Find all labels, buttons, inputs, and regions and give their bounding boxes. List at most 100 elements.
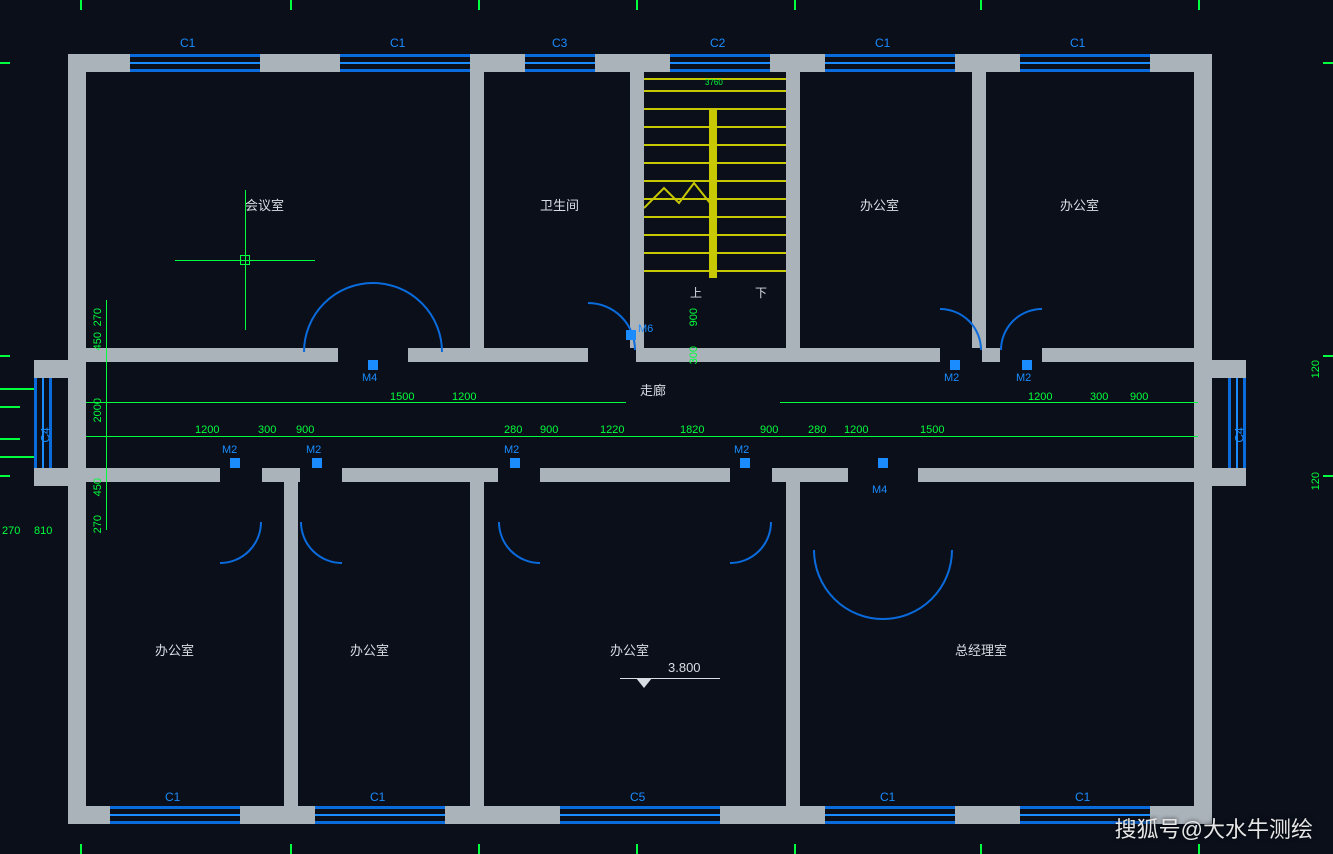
door: [300, 480, 384, 564]
dim: 900: [296, 424, 314, 436]
step-line: [0, 406, 20, 408]
window-c1: [825, 54, 955, 72]
dim: 1820: [680, 424, 704, 436]
grid-line: [1323, 62, 1333, 64]
door-label: M2: [504, 444, 519, 456]
door-label: M6: [638, 323, 653, 335]
step-line: [0, 456, 34, 458]
dim: 900: [688, 308, 700, 326]
door-label: M4: [872, 484, 887, 496]
window-c1: [130, 54, 260, 72]
wall: [972, 70, 986, 360]
door-label: M2: [734, 444, 749, 456]
grid-line: [794, 844, 796, 854]
elevation-line: [620, 678, 720, 679]
door-opening: [300, 468, 342, 482]
wall: [470, 480, 484, 810]
grid-line: [980, 0, 982, 10]
dim: 900: [540, 424, 558, 436]
door-opening: [730, 468, 772, 482]
window-label: C1: [165, 790, 180, 804]
dim: 3760: [705, 78, 723, 87]
door-opening: [588, 348, 636, 362]
grid-line: [636, 844, 638, 854]
door-opening: [498, 468, 540, 482]
grid-line: [980, 844, 982, 854]
window-c4: [34, 378, 52, 468]
window-c1: [340, 54, 470, 72]
dim: 450: [92, 478, 104, 496]
dim: 900: [760, 424, 778, 436]
door-leaf: [368, 360, 378, 370]
wall: [1194, 54, 1212, 824]
cursor-pickbox: [240, 255, 250, 265]
grid-line: [290, 844, 292, 854]
window-label: C5: [630, 790, 645, 804]
watermark: 搜狐号@大水牛测绘: [1115, 812, 1313, 844]
grid-line: [0, 62, 10, 64]
grid-line: [636, 0, 638, 10]
window-c4: [1228, 378, 1246, 468]
dim-line: [86, 402, 626, 403]
window-label: C1: [370, 790, 385, 804]
step-line: [0, 388, 34, 390]
dim: 120: [1310, 360, 1322, 378]
grid-line: [1198, 844, 1200, 854]
window-c5: [560, 806, 720, 824]
dim: 1200: [195, 424, 219, 436]
door-opening: [1000, 348, 1042, 362]
door-label: M2: [944, 372, 959, 384]
dim-line: [780, 402, 1198, 403]
door-opening: [940, 348, 982, 362]
wall: [786, 480, 800, 810]
window-c1: [825, 806, 955, 824]
stair-up-label: 上: [690, 284, 702, 301]
grid-line: [794, 0, 796, 10]
room-label: 总经理室: [955, 640, 1007, 659]
dim: 120: [1310, 472, 1322, 490]
wall: [786, 70, 800, 360]
elevation-mark: [636, 678, 652, 688]
grid-line: [1198, 0, 1200, 10]
dim-line: [106, 300, 107, 530]
door-label: M4: [362, 372, 377, 384]
room-label: 走廊: [640, 380, 666, 399]
grid-line: [1323, 475, 1333, 477]
wall: [470, 70, 484, 360]
door-leaf: [230, 458, 240, 468]
door-leaf: [740, 458, 750, 468]
window-label: C1: [1075, 790, 1090, 804]
grid-line: [478, 0, 480, 10]
dim: 270: [92, 515, 104, 533]
door: [688, 480, 772, 564]
wall: [68, 54, 86, 824]
wall: [1194, 360, 1246, 378]
room-label: 办公室: [155, 640, 194, 659]
window-label: C1: [1070, 36, 1085, 50]
cad-drawing-canvas[interactable]: C1 C1 C3 C2 C1 C1 C1 C1 C5 C1 C1 C4 C4 M…: [0, 0, 1333, 854]
door: [178, 480, 262, 564]
door-label: M2: [1016, 372, 1031, 384]
elevation-value: 3.800: [668, 660, 701, 675]
grid-line: [80, 844, 82, 854]
window-label: C1: [875, 36, 890, 50]
wall: [34, 360, 86, 378]
door-leaf: [312, 458, 322, 468]
door-leaf: [1022, 360, 1032, 370]
wall: [34, 468, 86, 486]
door-leaf: [878, 458, 888, 468]
dim: 1200: [844, 424, 868, 436]
dim: 300: [688, 346, 700, 364]
wall: [284, 480, 298, 810]
room-label: 办公室: [350, 640, 389, 659]
door: [498, 480, 582, 564]
grid-line: [290, 0, 292, 10]
window-label: C3: [552, 36, 567, 50]
door-label: M2: [222, 444, 237, 456]
dim: 270: [2, 525, 20, 537]
window-c1: [1020, 54, 1150, 72]
room-label: 办公室: [860, 195, 899, 214]
window-label: C1: [390, 36, 405, 50]
dim: 300: [258, 424, 276, 436]
dim: 810: [34, 525, 52, 537]
